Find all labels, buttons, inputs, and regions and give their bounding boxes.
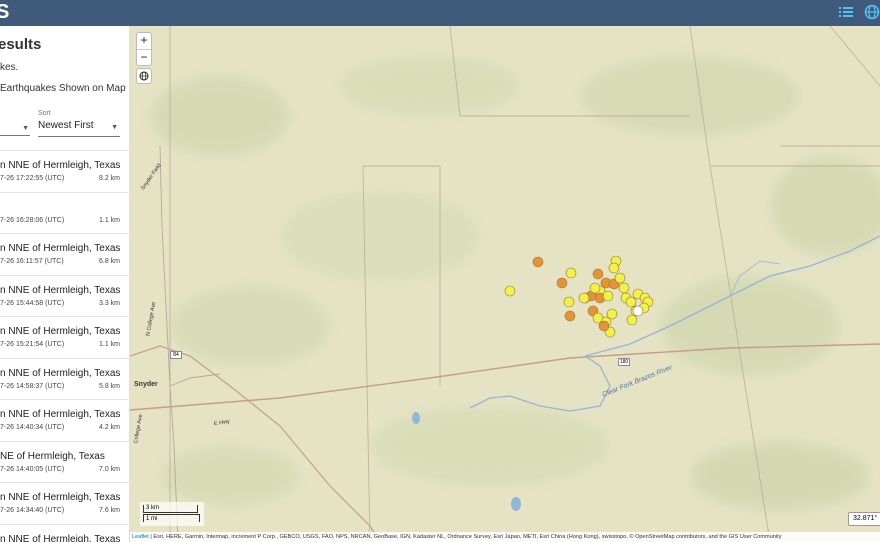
list-item[interactable]: 7-26 16:28:06 (UTC) 1.1 km <box>0 191 129 234</box>
quake-depth: 3.3 km <box>98 299 120 307</box>
quake-time: 7-26 14:40:34 (UTC) <box>0 424 65 431</box>
zoom-control: + − <box>136 32 152 66</box>
earthquake-marker[interactable] <box>504 285 516 297</box>
list-item[interactable]: n NNE of Hermleigh, Texas 7-26 17:22:55 … <box>0 150 129 192</box>
earthquake-marker[interactable] <box>532 256 544 268</box>
list-icon[interactable] <box>838 4 854 20</box>
earthquake-marker[interactable] <box>556 277 568 289</box>
sort-label: Sort <box>38 110 51 117</box>
quake-depth: 8.2 km <box>98 175 120 182</box>
earthquake-marker[interactable] <box>626 314 638 326</box>
earthquake-marker[interactable] <box>563 296 575 308</box>
quake-time: 7-26 16:11:57 (UTC) <box>0 258 64 265</box>
globe-icon[interactable] <box>864 4 880 20</box>
sort-select-value: Newest First <box>38 120 94 131</box>
zoom-in-button[interactable]: + <box>137 33 151 49</box>
list-item[interactable]: n NNE of Hermleigh, Texas <box>0 523 129 542</box>
earthquake-list: n NNE of Hermleigh, Texas 7-26 17:22:55 … <box>0 150 129 542</box>
quake-title: n NNE of Hermleigh, Texas <box>0 160 121 171</box>
map-view[interactable]: Snyder Clear Fork Brazos River N College… <box>130 26 880 542</box>
quake-time: 7-26 16:28:06 (UTC) <box>0 216 65 224</box>
earthquake-markers-layer <box>504 255 654 338</box>
results-summary: kes. <box>0 62 19 73</box>
results-sidebar: esults kes. Earthquakes Shown on Map ▼ S… <box>0 26 130 542</box>
list-item[interactable]: NE of Hermleigh, Texas 7-26 14:40:05 (UT… <box>0 440 129 483</box>
earthquake-marker[interactable] <box>614 272 626 284</box>
filter-select[interactable]: ▼ <box>0 120 30 136</box>
earthquake-marker[interactable] <box>625 296 637 308</box>
earthquake-marker[interactable] <box>598 320 610 332</box>
zoom-out-button[interactable]: − <box>137 49 151 65</box>
quake-title: n NNE of Hermleigh, Texas <box>0 367 121 379</box>
earthquake-marker[interactable] <box>589 282 601 294</box>
scale-km: 3 km <box>143 505 198 513</box>
quake-depth: 1.1 km <box>98 216 120 224</box>
earthquake-marker[interactable] <box>578 292 590 304</box>
earthquake-marker[interactable] <box>608 262 620 274</box>
quake-depth: 4.2 km <box>98 424 120 431</box>
earthquake-marker[interactable] <box>565 267 577 279</box>
show-on-map-checkbox-label[interactable]: Earthquakes Shown on Map <box>0 83 126 94</box>
quake-title: n NNE of Hermleigh, Texas <box>0 326 121 337</box>
top-bar: S <box>0 0 880 26</box>
earthquake-marker[interactable] <box>606 308 618 320</box>
list-item[interactable]: n NNE of Hermleigh, Texas 7-26 15:44:58 … <box>0 274 129 317</box>
quake-time: 7-26 15:21:54 (UTC) <box>0 341 65 348</box>
chevron-down-icon: ▼ <box>22 125 29 132</box>
quake-time: 7-26 14:40:05 (UTC) <box>0 465 65 473</box>
quake-depth: 7.6 km <box>98 507 120 514</box>
app-brand[interactable]: S <box>0 1 9 24</box>
quake-title: n NNE of Hermleigh, Texas <box>0 284 121 296</box>
list-item[interactable]: n NNE of Hermleigh, Texas 7-26 15:21:54 … <box>0 316 129 358</box>
earthquake-marker[interactable] <box>602 290 614 302</box>
quake-time: 7-26 15:44:58 (UTC) <box>0 299 65 307</box>
chevron-down-icon: ▼ <box>111 124 118 131</box>
results-title: esults <box>0 36 42 53</box>
map-scale: 3 km 1 mi <box>140 502 204 526</box>
earthquake-marker[interactable] <box>592 268 604 280</box>
earthquake-marker[interactable] <box>618 282 630 294</box>
map-attribution: Leaflet | Esri, HERE, Garmin, Intermap, … <box>130 532 880 542</box>
quake-time: 7-26 14:34:40 (UTC) <box>0 507 65 514</box>
quake-time: 7-26 17:22:55 (UTC) <box>0 175 65 182</box>
quake-time: 7-26 14:58:37 (UTC) <box>0 382 65 390</box>
quake-title: n NNE of Hermleigh, Texas <box>0 409 121 420</box>
leaflet-link[interactable]: Leaflet <box>132 534 149 540</box>
coordinate-readout: 32.871° <box>848 512 880 526</box>
scale-mi: 1 mi <box>143 514 200 522</box>
quake-title: NE of Hermleigh, Texas <box>0 450 105 462</box>
list-item[interactable]: n NNE of Hermleigh, Texas 7-26 14:34:40 … <box>0 482 129 524</box>
basemap-button[interactable] <box>136 68 152 84</box>
quake-depth: 7.0 km <box>98 465 120 473</box>
quake-depth: 1.1 km <box>98 341 120 348</box>
quake-depth: 5.8 km <box>98 382 120 390</box>
list-item[interactable]: n NNE of Hermleigh, Texas 7-26 14:58:37 … <box>0 357 129 400</box>
quake-title: n NNE of Hermleigh, Texas <box>0 492 121 503</box>
earthquake-marker[interactable] <box>564 310 576 322</box>
sort-select[interactable]: Newest First ▼ <box>38 120 120 137</box>
quake-depth: 6.8 km <box>98 258 120 265</box>
globe-icon <box>139 71 149 81</box>
attribution-text: | Esri, HERE, Garmin, Intermap, incremen… <box>148 534 782 540</box>
quake-title: n NNE of Hermleigh, Texas <box>0 533 121 542</box>
list-item[interactable]: n NNE of Hermleigh, Texas 7-26 16:11:57 … <box>0 233 129 275</box>
list-item[interactable]: n NNE of Hermleigh, Texas 7-26 14:40:34 … <box>0 399 129 441</box>
quake-title: n NNE of Hermleigh, Texas <box>0 243 121 254</box>
earthquake-marker[interactable] <box>632 305 644 317</box>
